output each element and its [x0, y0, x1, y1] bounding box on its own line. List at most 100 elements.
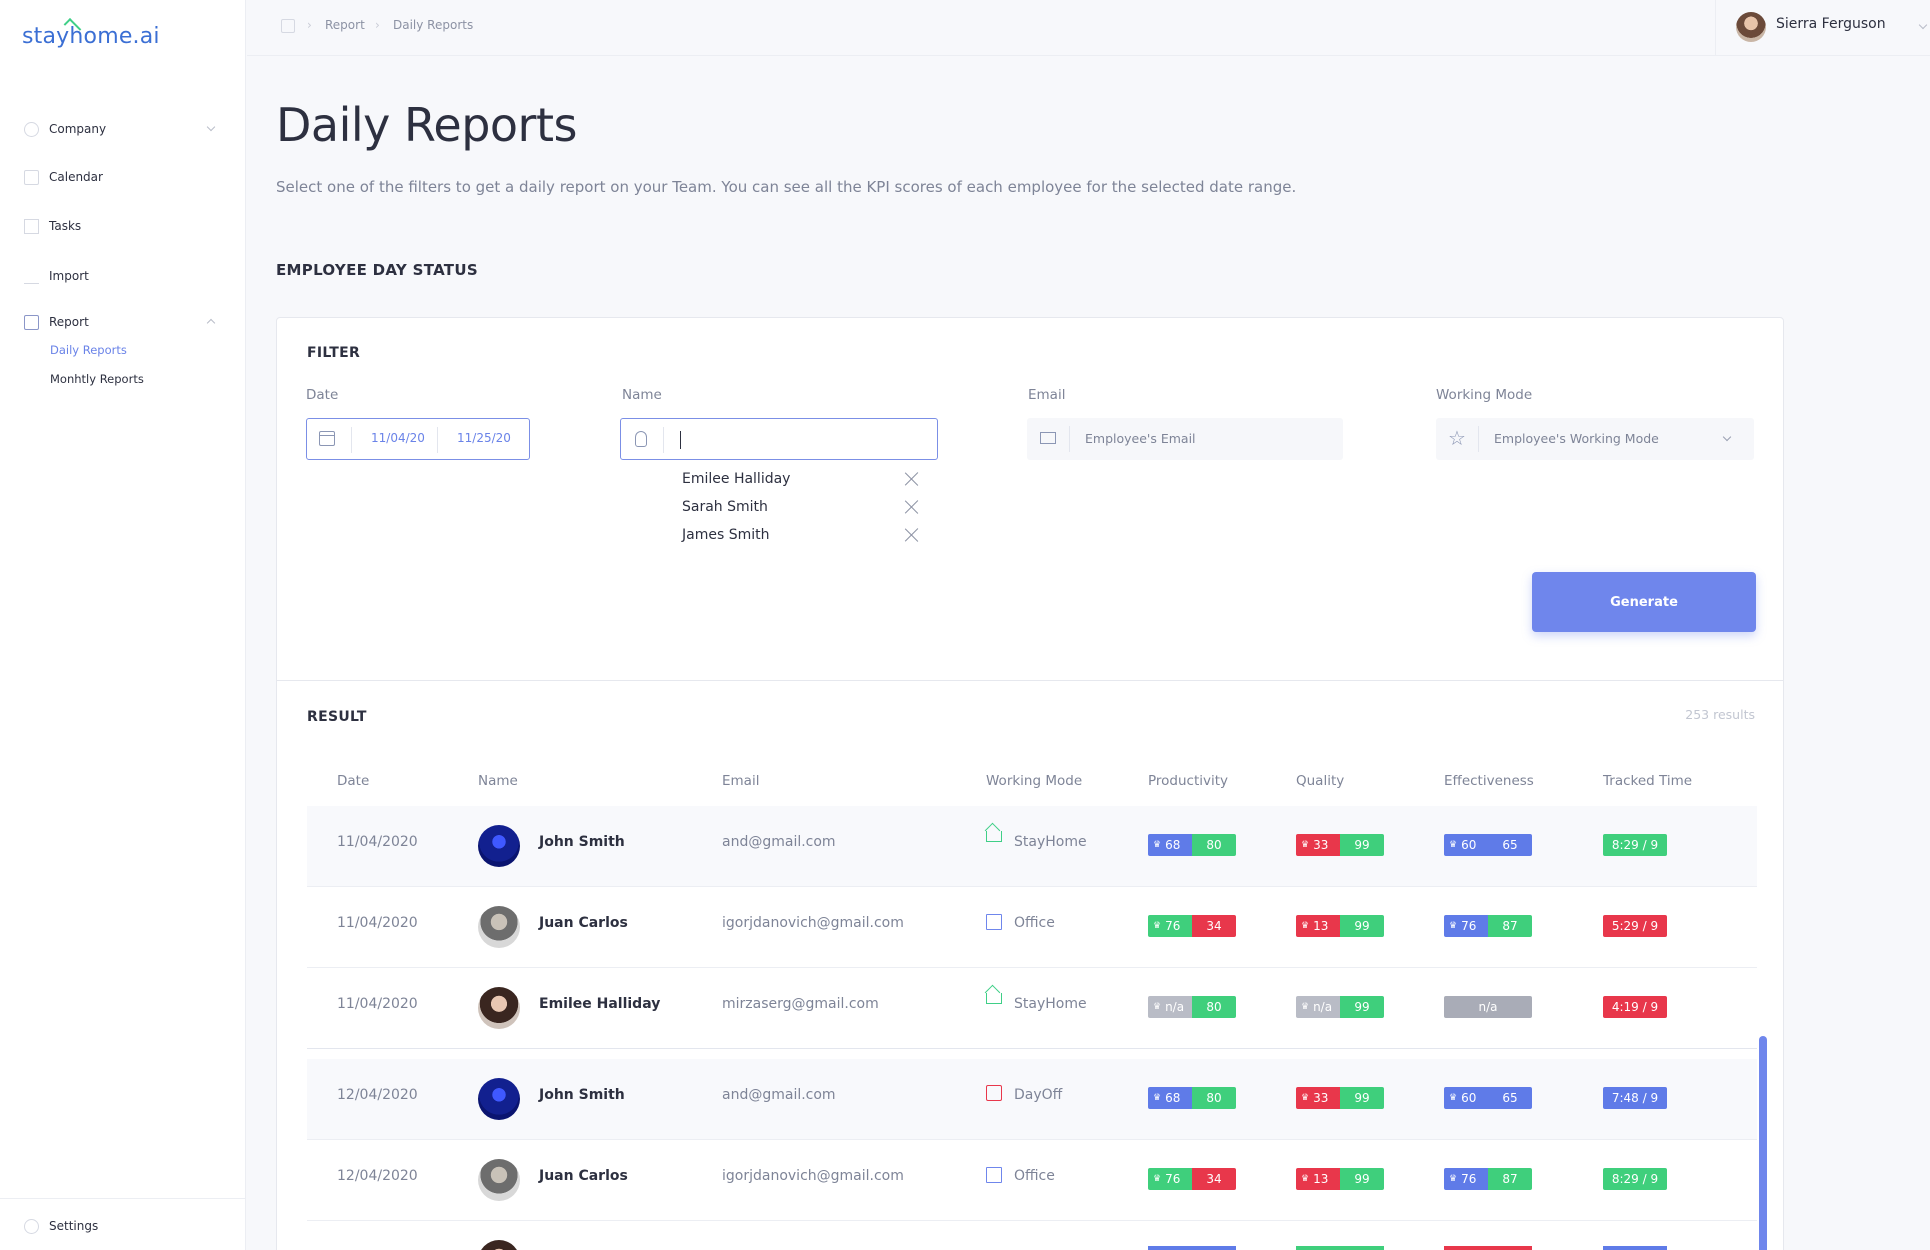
score-target: 99 — [1340, 996, 1384, 1018]
column-header-productivity[interactable]: Productivity — [1148, 773, 1228, 789]
tracked-time: 4:19 / 9 — [1603, 996, 1667, 1018]
score-value: 13 — [1313, 1172, 1329, 1186]
avatar — [478, 906, 520, 948]
page-title: Daily Reports — [276, 98, 577, 152]
column-header-tracked-time[interactable]: Tracked Time — [1603, 773, 1692, 789]
column-header-email[interactable]: Email — [722, 773, 759, 789]
cell-name[interactable]: John Smith — [539, 834, 625, 850]
score-target: 99 — [1340, 1087, 1384, 1109]
date-label: Date — [306, 387, 339, 403]
logo-text: stayhome.ai — [22, 24, 160, 49]
cell-email: and@gmail.com — [722, 834, 836, 850]
sidebar-item-company[interactable]: Company — [24, 116, 220, 142]
effectiveness-score: n/a — [1444, 996, 1532, 1018]
sidebar-item-label: Company — [49, 122, 107, 136]
result-title: RESULT — [307, 709, 367, 725]
cell-email: igorjdanovich@gmail.com — [722, 915, 904, 931]
effectiveness-score: ♛ 76 87 — [1444, 1168, 1532, 1190]
table-scrollbar[interactable] — [1759, 1036, 1767, 1250]
divider — [307, 1048, 1757, 1049]
crown-icon: ♛ — [1449, 1174, 1458, 1184]
quality-score: ♛ 33 99 — [1296, 1087, 1384, 1109]
name-search-input[interactable] — [620, 418, 938, 460]
score-value: 33 — [1313, 1091, 1329, 1105]
cell-working-mode: DayOff — [1014, 1087, 1063, 1103]
date-to[interactable]: 11/25/20 — [457, 431, 511, 445]
cell-name[interactable]: Juan Carlos — [539, 915, 628, 931]
sidebar-item-label: Report — [49, 315, 89, 329]
column-header-effectiveness[interactable]: Effectiveness — [1444, 773, 1534, 789]
sidebar-subitem-daily-reports[interactable]: Daily Reports — [50, 343, 127, 357]
cell-date: 11/04/2020 — [337, 834, 418, 850]
office-icon — [986, 914, 1002, 930]
score-value: 76 — [1165, 1172, 1181, 1186]
breadcrumb-separator: › — [307, 18, 312, 32]
email-input[interactable]: Employee's Email — [1027, 418, 1343, 460]
import-icon — [24, 269, 39, 284]
crown-icon: ♛ — [1153, 1174, 1162, 1184]
app-logo[interactable]: stayhome.ai — [22, 18, 160, 49]
score-target: 65 — [1488, 834, 1532, 856]
cell-name[interactable]: John Smith — [539, 1087, 625, 1103]
calendar-icon — [319, 431, 335, 446]
sidebar-item-report[interactable]: Report — [24, 309, 220, 335]
home-icon[interactable] — [281, 19, 295, 33]
cell-working-mode: Office — [1014, 915, 1055, 931]
sidebar-item-tasks[interactable]: Tasks — [24, 213, 220, 239]
date-from[interactable]: 11/04/20 — [371, 431, 425, 445]
column-header-name[interactable]: Name — [478, 773, 518, 789]
building-icon — [24, 121, 39, 137]
crown-icon: ♛ — [1301, 921, 1310, 931]
tracked-time: 5:29 / 9 — [1603, 915, 1667, 937]
tracked-time — [1603, 1246, 1667, 1250]
tracked-time: 8:29 / 9 — [1603, 1168, 1667, 1190]
sidebar-item-calendar[interactable]: Calendar — [24, 164, 220, 190]
score-target: 99 — [1340, 915, 1384, 937]
crown-icon: ♛ — [1301, 1002, 1310, 1012]
office-icon — [986, 1167, 1002, 1183]
quality-score: ♛ 13 99 — [1296, 1168, 1384, 1190]
cell-date: 11/04/2020 — [337, 915, 418, 931]
effectiveness-score: ♛ 76 87 — [1444, 915, 1532, 937]
sidebar-item-label: Calendar — [49, 170, 103, 184]
page-description: Select one of the filters to get a daily… — [276, 178, 1297, 196]
column-header-working-mode[interactable]: Working Mode — [986, 773, 1082, 789]
working-mode-placeholder: Employee's Working Mode — [1494, 431, 1659, 446]
cell-name[interactable]: Emilee Halliday — [539, 996, 660, 1012]
cell-date: 11/04/2020 — [337, 996, 418, 1012]
quality-score: ♛ 13 99 — [1296, 915, 1384, 937]
crown-icon: ♛ — [1153, 840, 1162, 850]
score-value: 60 — [1461, 838, 1477, 852]
chevron-down-icon — [1918, 20, 1928, 30]
sidebar-item-settings[interactable]: Settings — [24, 1213, 220, 1239]
selected-name: Sarah Smith — [682, 499, 768, 515]
date-range-picker[interactable]: 11/04/20 11/25/20 — [306, 418, 530, 460]
effectiveness-score: ♛ 60 65 — [1444, 834, 1532, 856]
score-target: 87 — [1488, 1168, 1532, 1190]
user-menu[interactable]: Sierra Ferguson — [1715, 0, 1930, 56]
generate-button[interactable]: Generate — [1532, 572, 1756, 632]
cell-email: igorjdanovich@gmail.com — [722, 1168, 904, 1184]
column-header-date[interactable]: Date — [337, 773, 369, 789]
cell-name[interactable]: Juan Carlos — [539, 1168, 628, 1184]
sidebar-item-label: Settings — [49, 1219, 99, 1233]
productivity-score: ♛ 68 80 — [1148, 1087, 1236, 1109]
selected-name: James Smith — [682, 527, 770, 543]
column-header-quality[interactable]: Quality — [1296, 773, 1344, 789]
avatar — [478, 1078, 520, 1120]
chevron-up-icon — [206, 318, 216, 328]
breadcrumb-report[interactable]: Report — [325, 18, 365, 32]
sidebar-subitem-monthly-reports[interactable]: Monhtly Reports — [50, 372, 144, 386]
score-target: 80 — [1192, 834, 1236, 856]
email-label: Email — [1028, 387, 1066, 403]
cell-working-mode: StayHome — [1014, 834, 1087, 850]
day-off-icon — [986, 1085, 1002, 1101]
close-icon[interactable] — [904, 471, 920, 487]
working-mode-select[interactable]: ☆ Employee's Working Mode — [1436, 418, 1754, 460]
close-icon[interactable] — [904, 527, 920, 543]
close-icon[interactable] — [904, 499, 920, 515]
productivity-score: ♛ 68 80 — [1148, 834, 1236, 856]
sidebar-item-import[interactable]: Import — [24, 263, 220, 289]
divider — [1478, 426, 1479, 452]
chevron-down-icon — [1722, 432, 1732, 442]
